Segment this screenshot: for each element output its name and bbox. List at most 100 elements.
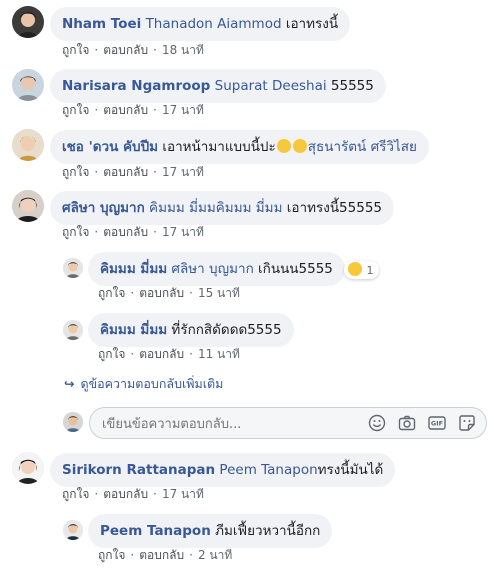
author-name[interactable]: Sirikorn Rattanapan (62, 462, 215, 478)
comment-actions: ถูกใจ · ตอบกลับ · 17 นาที (62, 485, 204, 504)
separator: · (189, 548, 193, 562)
avatar[interactable] (63, 320, 83, 340)
timestamp[interactable]: 17 นาที (162, 103, 204, 117)
timestamp[interactable]: 15 นาที (198, 286, 240, 300)
reply-link[interactable]: ตอบกลับ (139, 548, 184, 562)
separator: · (130, 347, 135, 361)
author-name[interactable]: คิมมม มี่มม (100, 322, 167, 338)
separator: · (94, 225, 99, 239)
reply-link[interactable]: ตอบกลับ (103, 165, 148, 179)
reply-link[interactable]: ตอบกลับ (103, 487, 148, 501)
avatar[interactable] (12, 129, 44, 161)
timestamp[interactable]: 11 นาที (198, 347, 240, 361)
comment-actions: ถูกใจ · ตอบกลับ · 11 นาที (98, 345, 240, 364)
comment-text: เอาทรงนี้ (281, 16, 339, 32)
current-user-avatar (63, 412, 83, 432)
mention-link[interactable]: สุธนารัตน์ ศรีวิไสย (308, 139, 417, 155)
comment-text: เอาหน้ามาแบบนี้ปะ (162, 139, 276, 155)
sticker-icon[interactable] (458, 414, 476, 432)
reply-link[interactable]: ตอบกลับ (103, 103, 148, 117)
haha-reaction-icon (348, 262, 362, 276)
comment-bubble: เชอ 'ดวน คับปีม เอาหน้ามาแบบนี้ปะ สุธนารั… (50, 130, 429, 164)
view-more-replies-link[interactable]: ↪ ดูข้อความตอบกลับเพิ่มเติม (64, 374, 223, 394)
view-more-replies-label: ดูข้อความตอบกลับเพิ่มเติม (80, 376, 224, 391)
reply-link[interactable]: ตอบกลับ (139, 286, 184, 300)
gif-icon[interactable]: GIF (428, 414, 446, 432)
author-name[interactable]: ศลิษา บุญมาก (62, 200, 145, 216)
avatar[interactable] (12, 452, 44, 484)
comment-text: ที่รักกสิดัดดด5555 (167, 322, 282, 338)
timestamp[interactable]: 2 นาที (198, 548, 232, 562)
author-name[interactable]: คิมมม มี่มม (100, 261, 167, 277)
separator: · (130, 548, 135, 562)
reply-bubble: คิมมม มี่มม ศลิษา บุญมาก เกินนน5555 (88, 252, 345, 286)
author-name[interactable]: Narisara Ngamroop (62, 78, 210, 94)
comment-bubble: ศลิษา บุญมาก คิมมม มี่มมคิมมม มี่มม เอาท… (50, 191, 394, 225)
comment-text: เอาทรงนี้55555 (282, 200, 382, 216)
reply-arrow-icon: ↪ (64, 376, 75, 391)
timestamp[interactable]: 17 นาที (162, 225, 204, 239)
mention-link[interactable]: คิมมม มี่มมคิมมม มี่มม (149, 200, 282, 216)
separator: · (189, 347, 193, 361)
avatar[interactable] (12, 69, 44, 101)
camera-icon[interactable] (398, 414, 416, 432)
timestamp[interactable]: 17 นาที (162, 487, 204, 501)
comment-actions: ถูกใจ · ตอบกลับ · 18 นาที (62, 41, 204, 60)
comment-text: 55555 (326, 78, 374, 94)
separator: · (153, 165, 157, 179)
comment-text: ภีมเฟี้ยวหวานี้อีกก (210, 523, 321, 539)
avatar[interactable] (12, 6, 44, 38)
reply-input[interactable] (100, 412, 364, 436)
comment-bubble: Nham Toei Thanadon Aiammod เอาทรงนี้ (50, 7, 351, 41)
like-link[interactable]: ถูกใจ (62, 103, 89, 117)
reply-link[interactable]: ตอบกลับ (103, 43, 148, 57)
smile-emoji-icon (292, 139, 307, 153)
like-link[interactable]: ถูกใจ (98, 286, 125, 300)
timestamp[interactable]: 17 นาที (162, 165, 204, 179)
reply-link[interactable]: ตอบกลับ (139, 347, 184, 361)
mention-link[interactable]: Suparat Deeshai (215, 78, 327, 94)
comment-actions: ถูกใจ · ตอบกลับ · 17 นาที (62, 223, 204, 242)
separator: · (153, 487, 157, 501)
like-link[interactable]: ถูกใจ (98, 548, 125, 562)
mention-link[interactable]: Thanadon Aiammod (146, 16, 282, 32)
like-link[interactable]: ถูกใจ (62, 43, 89, 57)
comment-bubble: Sirikorn Rattanapan Peem Tanaponทรงนี้มั… (50, 453, 396, 487)
comment-actions: ถูกใจ · ตอบกลับ · 2 นาที (98, 546, 232, 565)
comment-actions: ถูกใจ · ตอบกลับ · 15 นาที (98, 284, 240, 303)
avatar[interactable] (12, 190, 44, 222)
comment-text: ทรงนี้มันได้ (317, 462, 384, 478)
like-link[interactable]: ถูกใจ (62, 225, 89, 239)
avatar[interactable] (63, 258, 83, 278)
reply-link[interactable]: ตอบกลับ (103, 225, 148, 239)
separator: · (189, 286, 193, 300)
author-name[interactable]: Peem Tanapon (100, 523, 211, 539)
separator: · (153, 43, 157, 57)
separator: · (94, 43, 99, 57)
separator: · (94, 165, 99, 179)
comment-bubble: Narisara Ngamroop Suparat Deeshai 55555 (50, 69, 386, 103)
separator: · (130, 286, 135, 300)
like-link[interactable]: ถูกใจ (62, 165, 89, 179)
mention-link[interactable]: ศลิษา บุญมาก (171, 261, 253, 277)
separator: · (153, 103, 157, 117)
reply-bubble: คิมมม มี่มม ที่รักกสิดัดดด5555 (88, 313, 294, 347)
reply-bubble: Peem Tanapon ภีมเฟี้ยวหวานี้อีกก (88, 514, 333, 548)
emoji-icon[interactable] (368, 414, 386, 432)
like-link[interactable]: ถูกใจ (62, 487, 89, 501)
comment-text: เกินนน5555 (253, 261, 333, 277)
timestamp[interactable]: 18 นาที (162, 43, 204, 57)
reaction-number: 1 (366, 264, 374, 277)
author-name[interactable]: Nham Toei (62, 16, 141, 32)
like-link[interactable]: ถูกใจ (98, 347, 125, 361)
reply-composer: GIF (89, 407, 487, 439)
comment-actions: ถูกใจ · ตอบกลับ · 17 นาที (62, 101, 204, 120)
mention-link[interactable]: Peem Tanapon (219, 462, 317, 478)
reaction-count[interactable]: 1 (344, 261, 379, 279)
composer-tools: GIF (368, 414, 476, 432)
author-name[interactable]: เชอ 'ดวน คับปีม (62, 139, 158, 155)
separator: · (94, 487, 99, 501)
smile-emoji-icon (276, 139, 291, 153)
avatar[interactable] (63, 520, 83, 540)
comment-actions: ถูกใจ · ตอบกลับ · 17 นาที (62, 163, 204, 182)
